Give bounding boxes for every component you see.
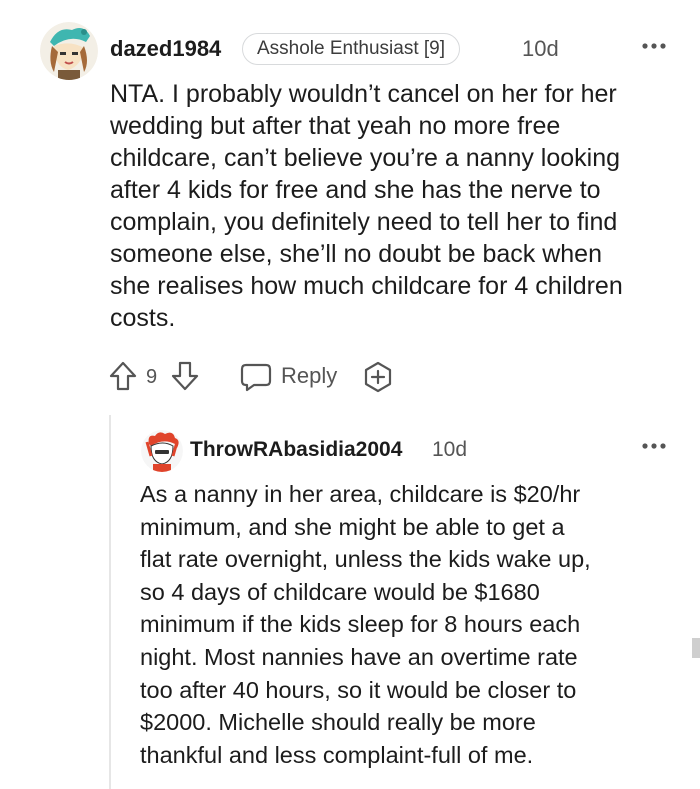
award-plus-icon[interactable] <box>362 361 394 393</box>
reply-more-options-icon[interactable] <box>640 432 668 460</box>
reply-avatar[interactable] <box>141 430 183 472</box>
comment-timestamp: 10d <box>522 36 559 61</box>
scrollbar-thumb[interactable] <box>692 638 700 658</box>
reply-label: Reply <box>281 363 338 388</box>
thread-line[interactable] <box>109 415 111 789</box>
comment-body: NTA. I probably wouldn’t cancel on her f… <box>110 80 623 332</box>
reply-timestamp: 10d <box>432 438 468 461</box>
downvote-icon[interactable] <box>170 360 200 392</box>
reply-body: As a nanny in her area, childcare is $20… <box>140 481 591 768</box>
comment-username[interactable]: dazed1984 <box>110 35 221 63</box>
reply-button[interactable]: Reply <box>240 360 342 392</box>
user-flair: Asshole Enthusiast [9] <box>242 33 460 65</box>
avatar-image <box>40 22 98 80</box>
reply-username[interactable]: ThrowRAbasidia2004 <box>190 436 402 464</box>
reply-avatar-image <box>141 430 183 472</box>
avatar[interactable] <box>40 22 98 80</box>
vote-score: 9 <box>146 366 158 388</box>
reply-bubble-icon <box>240 362 272 392</box>
more-options-icon[interactable] <box>640 32 668 60</box>
upvote-icon[interactable] <box>108 360 138 392</box>
